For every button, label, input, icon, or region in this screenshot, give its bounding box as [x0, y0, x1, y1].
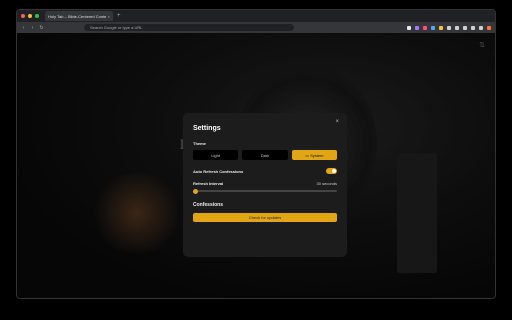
close-icon[interactable]: ×	[335, 119, 339, 125]
minimize-window-button[interactable]	[28, 14, 32, 18]
auto-refresh-toggle[interactable]	[326, 168, 337, 174]
check-for-updates-button[interactable]: Check for updates	[193, 213, 337, 222]
confessions-label: Confessions	[193, 202, 224, 208]
reload-icon[interactable]: ↻	[39, 25, 44, 31]
auto-refresh-label: Auto Refresh Confessions	[193, 168, 244, 174]
tab-title: Holy Tab – Bible-Centered Conte	[48, 13, 107, 19]
refresh-interval-label: Refresh Interval	[193, 181, 224, 186]
tab-strip: Holy Tab – Bible-Centered Conte × +	[17, 10, 495, 22]
extension-icons	[407, 25, 491, 30]
slider-thumb[interactable]	[193, 188, 198, 194]
settings-dialog: × Settings Theme Light Dark ▭ System Aut…	[183, 113, 347, 257]
extension-icon[interactable]	[455, 25, 459, 30]
browser-tab[interactable]: Holy Tab – Bible-Centered Conte ×	[45, 11, 113, 21]
extension-icon[interactable]	[439, 25, 443, 30]
theme-dark-button[interactable]: Dark	[242, 150, 288, 160]
address-bar[interactable]: Search Google or type a URL	[84, 24, 294, 31]
extension-icon[interactable]	[447, 25, 451, 30]
refresh-interval-slider[interactable]	[193, 188, 337, 194]
back-icon[interactable]: ‹	[21, 25, 26, 31]
theme-light-button[interactable]: Light	[193, 150, 239, 160]
extension-icon[interactable]	[415, 25, 419, 30]
extension-icon[interactable]	[431, 25, 435, 30]
forward-icon[interactable]: ›	[30, 25, 35, 31]
theme-selector: Light Dark ▭ System	[193, 150, 337, 160]
theme-system-button[interactable]: ▭ System	[291, 150, 337, 160]
tab-close-icon[interactable]: ×	[108, 14, 110, 19]
refresh-interval-value: 30 seconds	[316, 181, 337, 186]
extension-icon[interactable]	[463, 25, 467, 30]
refresh-interval-row: Refresh Interval 30 seconds	[193, 181, 337, 186]
extension-icon[interactable]	[479, 25, 483, 30]
browser-window: Holy Tab – Bible-Centered Conte × + ‹ › …	[16, 9, 496, 299]
extension-icon[interactable]	[471, 25, 475, 30]
extension-icon[interactable]	[423, 25, 427, 30]
extension-icon[interactable]	[407, 25, 411, 30]
auto-refresh-row: Auto Refresh Confessions	[193, 168, 337, 174]
maximize-window-button[interactable]	[35, 14, 39, 18]
toggle-knob	[332, 169, 336, 173]
new-tab-page: ⇅ I walk in sup what I start, ◎ ◉ ⚲ ◍ ◐ …	[17, 33, 495, 298]
dialog-title: Settings	[193, 125, 221, 132]
close-window-button[interactable]	[21, 14, 25, 18]
theme-label: Theme	[193, 141, 206, 146]
window-controls	[21, 14, 39, 18]
extension-icon[interactable]	[487, 25, 491, 30]
browser-toolbar: ‹ › ↻ Search Google or type a URL	[17, 22, 495, 33]
new-tab-button[interactable]: +	[117, 13, 121, 19]
